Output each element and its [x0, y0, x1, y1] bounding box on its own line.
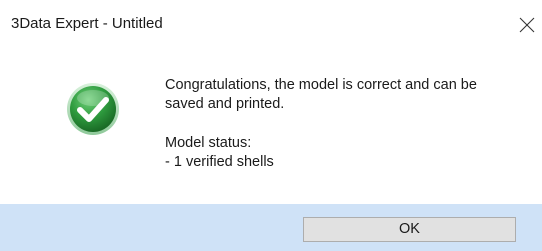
status-heading: Model status:	[165, 135, 252, 151]
message-line: Congratulations, the model is correct an…	[165, 77, 477, 93]
message-line: saved and printed.	[165, 96, 285, 112]
dialog-footer: OK	[0, 204, 542, 251]
message-dialog: 3Data Expert - Untitled Congratulations,…	[0, 0, 542, 251]
model-status: Model status: - 1 verified shells	[165, 134, 274, 172]
close-icon	[519, 17, 535, 33]
dialog-content: Congratulations, the model is correct an…	[0, 46, 542, 204]
status-item: - 1 verified shells	[165, 154, 274, 170]
ok-button[interactable]: OK	[303, 217, 516, 242]
window-title: 3Data Expert - Untitled	[11, 15, 163, 32]
close-button[interactable]	[510, 8, 542, 40]
confirmation-message: Congratulations, the model is correct an…	[165, 76, 525, 114]
title-bar: 3Data Expert - Untitled	[0, 0, 542, 46]
checkmark-success-icon	[65, 81, 121, 137]
